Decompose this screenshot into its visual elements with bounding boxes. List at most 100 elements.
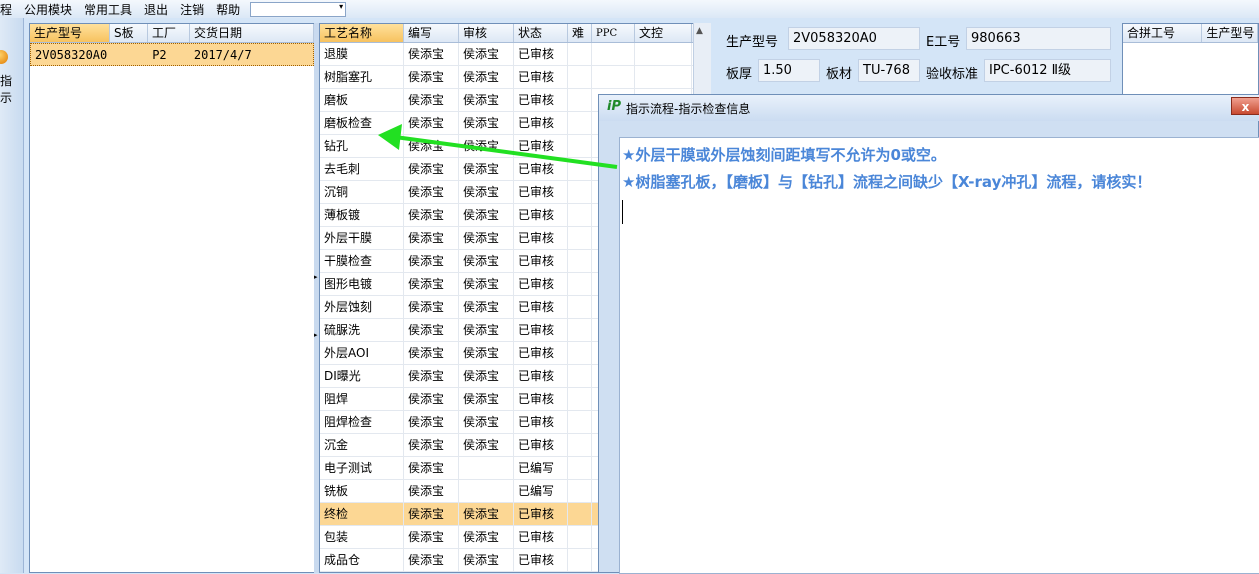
cell-reviewer — [459, 480, 514, 502]
toolbar-combo[interactable]: ▾ — [250, 1, 347, 17]
cell-reviewer — [459, 457, 514, 479]
column-header-difficulty[interactable]: 难 — [568, 24, 592, 42]
cell-status: 已审核 — [514, 66, 568, 88]
cell-difficulty — [568, 411, 592, 433]
scroll-up-icon[interactable]: ▲ — [696, 26, 703, 36]
cell-reviewer: 侯添宝 — [459, 158, 514, 180]
cell-process-name: 磨板 — [320, 89, 404, 111]
cell-process-name: 去毛刺 — [320, 158, 404, 180]
cell-process-name: 硫脲洗 — [320, 319, 404, 341]
cell-status: 已审核 — [514, 89, 568, 111]
cell-reviewer: 侯添宝 — [459, 43, 514, 65]
cell-writer: 侯添宝 — [404, 181, 459, 203]
column-header-process-name[interactable]: 工艺名称 — [320, 24, 404, 42]
model-label: 生产型号 — [726, 35, 779, 50]
cell-difficulty — [568, 526, 592, 548]
cell-process-name: 钻孔 — [320, 135, 404, 157]
standard-field[interactable]: IPC-6012 Ⅱ级 — [984, 59, 1111, 82]
menu-item-tools[interactable]: 常用工具 — [78, 1, 138, 18]
close-button[interactable]: x — [1231, 97, 1259, 115]
cell-difficulty — [568, 43, 592, 65]
cell-process-name: 沉铜 — [320, 181, 404, 203]
column-header-reviewer[interactable]: 审核 — [459, 24, 514, 42]
cell-process-name: 薄板镀 — [320, 204, 404, 226]
cell-difficulty — [568, 503, 592, 525]
cell-status: 已审核 — [514, 526, 568, 548]
table-row[interactable]: 退膜 侯添宝 侯添宝 已审核 — [320, 43, 710, 66]
cell-process-name: 电子测试 — [320, 457, 404, 479]
cell-status: 已审核 — [514, 503, 568, 525]
message-textarea[interactable]: ★外层干膜或外层蚀刻间距填写不允许为0或空。 ★树脂塞孔板，【磨板】与【钻孔】流… — [619, 137, 1259, 574]
cell-process-name: 成品仓 — [320, 549, 404, 571]
cell-writer: 侯添宝 — [404, 250, 459, 272]
menu-item-help[interactable]: 帮助 — [210, 1, 246, 18]
cell-process-name: 磨板检查 — [320, 112, 404, 134]
column-header-model[interactable]: 生产型号 — [30, 24, 110, 42]
indicator-label[interactable]: 指示 — [0, 72, 23, 106]
cell-difficulty — [568, 388, 592, 410]
cell-s-board — [110, 44, 148, 65]
cell-writer: 侯添宝 — [404, 480, 459, 502]
left-toolbar: 指示 — [0, 18, 24, 573]
cell-process-name: 终检 — [320, 503, 404, 525]
cell-difficulty — [568, 204, 592, 226]
indicator-button-icon[interactable] — [0, 50, 8, 64]
model-field[interactable]: 2V058320A0 — [788, 27, 920, 50]
menu-item-public-modules[interactable]: 公用模块 — [18, 1, 78, 18]
material-field[interactable]: TU-768 — [858, 59, 920, 82]
cell-writer: 侯添宝 — [404, 204, 459, 226]
cell-difficulty — [568, 480, 592, 502]
cell-process-name: 阻焊检查 — [320, 411, 404, 433]
cell-process-name: 干膜检查 — [320, 250, 404, 272]
cell-reviewer: 侯添宝 — [459, 319, 514, 341]
column-header-delivery-date[interactable]: 交货日期 — [190, 24, 314, 42]
cell-writer: 侯添宝 — [404, 388, 459, 410]
cell-writer: 侯添宝 — [404, 296, 459, 318]
column-header-merge-model[interactable]: 生产型号 — [1202, 24, 1258, 42]
thickness-field[interactable]: 1.50 — [758, 59, 820, 82]
column-header-writer[interactable]: 编写 — [404, 24, 459, 42]
column-header-merge-no[interactable]: 合拼工号 — [1123, 24, 1203, 42]
cell-process-name: 铣板 — [320, 480, 404, 502]
menu-bar: 程 公用模块 常用工具 退出 注销 帮助 ▾ — [0, 0, 1259, 18]
cell-status: 已审核 — [514, 342, 568, 364]
column-header-factory[interactable]: 工厂 — [148, 24, 190, 42]
cell-status: 已审核 — [514, 549, 568, 571]
cell-writer: 侯添宝 — [404, 549, 459, 571]
table-row[interactable]: 2V058320A0 P2 2017/4/7 — [30, 43, 314, 66]
cell-status: 已审核 — [514, 227, 568, 249]
cell-reviewer: 侯添宝 — [459, 89, 514, 111]
cell-writer: 侯添宝 — [404, 273, 459, 295]
cell-reviewer: 侯添宝 — [459, 66, 514, 88]
cell-writer: 侯添宝 — [404, 89, 459, 111]
cell-status: 已审核 — [514, 319, 568, 341]
cell-reviewer: 侯添宝 — [459, 434, 514, 456]
cell-writer: 侯添宝 — [404, 66, 459, 88]
column-header-status[interactable]: 状态 — [514, 24, 568, 42]
column-header-doc-control[interactable]: 文控 — [635, 24, 692, 42]
cell-writer: 侯添宝 — [404, 365, 459, 387]
menu-item-exit[interactable]: 退出 — [138, 1, 174, 18]
cell-difficulty — [568, 319, 592, 341]
process-list-header: 工艺名称 编写 审核 状态 难 PPC 文控 — [320, 24, 710, 43]
cell-process-name: 沉金 — [320, 434, 404, 456]
menu-item-process[interactable]: 程 — [0, 1, 18, 18]
cell-writer: 侯添宝 — [404, 227, 459, 249]
cell-difficulty — [568, 89, 592, 111]
dialog-title-bar[interactable]: iP 指示流程-指示检查信息 x — [599, 95, 1259, 121]
table-row[interactable]: 树脂塞孔 侯添宝 侯添宝 已审核 — [320, 66, 710, 89]
column-header-ppc[interactable]: PPC — [592, 24, 635, 42]
cell-status: 已审核 — [514, 112, 568, 134]
eno-field[interactable]: 980663 — [966, 27, 1111, 50]
order-list: 生产型号 S板 工厂 交货日期 2V058320A0 P2 2017/4/7 — [29, 23, 315, 573]
menu-item-logout[interactable]: 注销 — [174, 1, 210, 18]
cell-writer: 侯添宝 — [404, 526, 459, 548]
column-header-s-board[interactable]: S板 — [110, 24, 148, 42]
merge-list: 合拼工号 生产型号 — [1122, 23, 1259, 98]
eno-label: E工号 — [926, 35, 961, 50]
cell-reviewer: 侯添宝 — [459, 342, 514, 364]
cell-status: 已编写 — [514, 457, 568, 479]
cell-writer: 侯添宝 — [404, 319, 459, 341]
cell-difficulty — [568, 112, 592, 134]
cell-writer: 侯添宝 — [404, 411, 459, 433]
